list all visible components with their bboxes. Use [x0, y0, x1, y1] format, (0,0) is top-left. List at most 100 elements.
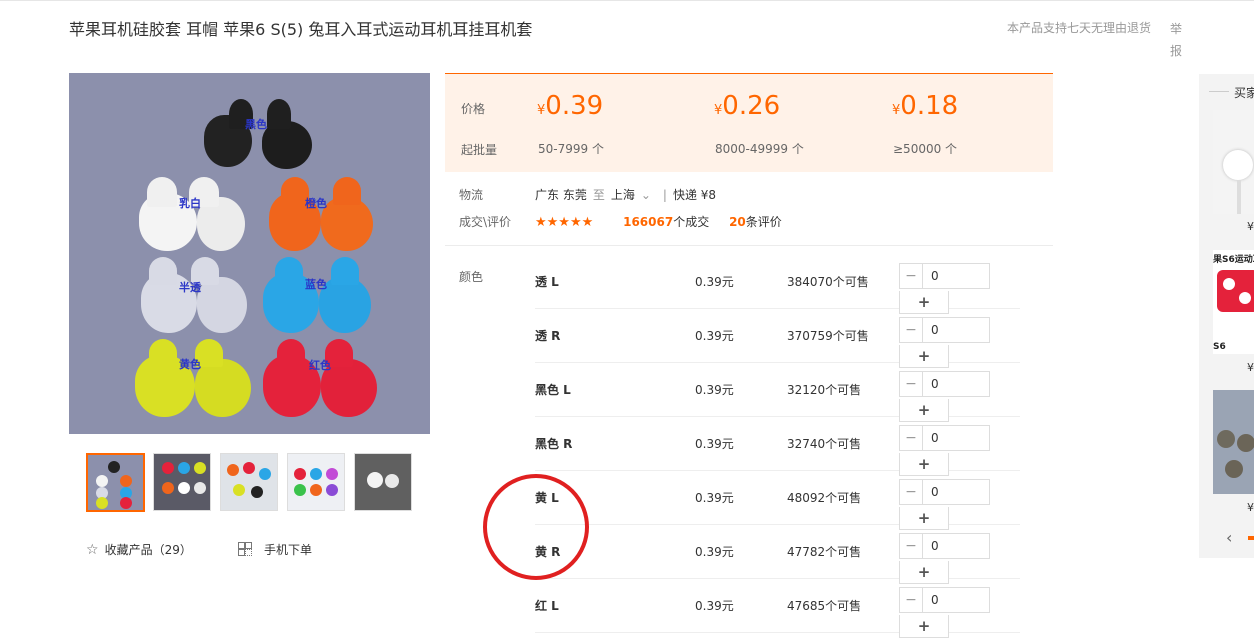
quantity-input[interactable] [922, 479, 990, 505]
plus-button[interactable]: + [899, 615, 949, 638]
quantity-stepper: − + [899, 371, 992, 422]
favorite-label: 收藏产品（29） [104, 543, 192, 557]
sku-stock: 48092个可售 [787, 491, 862, 505]
price-tier-2: ¥0.26 [714, 91, 781, 121]
range-tier-1: 50-7999 个 [538, 142, 604, 156]
thumbnail-4[interactable] [287, 453, 345, 511]
image-label-orange: 橙色 [305, 197, 327, 210]
orange-ear-cap [321, 197, 373, 251]
minus-button[interactable]: − [899, 263, 922, 289]
deals-info: ★★★★★ 166067个成交 20条评价 [535, 213, 782, 230]
minus-button[interactable]: − [899, 371, 922, 397]
minus-button[interactable]: − [899, 587, 922, 613]
top-divider [0, 0, 1254, 1]
white-ear-hook [147, 177, 177, 207]
title-divider [1209, 91, 1229, 92]
rating-stars: ★★★★★ [535, 215, 594, 230]
annotation-circle [483, 474, 589, 580]
qr-code-icon [238, 542, 252, 556]
section-divider [445, 245, 1053, 246]
sku-name: 黑色 R [535, 437, 573, 451]
sku-stock: 32740个可售 [787, 437, 862, 451]
mobile-order-button[interactable]: 手机下单 [238, 541, 312, 558]
price-panel: 价格 起批量 ¥0.39 ¥0.26 ¥0.18 50-7999 个 8000-… [445, 73, 1053, 172]
sku-price: 0.39元 [695, 491, 734, 505]
price-label: 价格 [461, 102, 486, 116]
recommended-item-image-2[interactable]: 果S6运动耳 S6 [1213, 250, 1254, 354]
review-count-suffix[interactable]: 条评价 [746, 215, 782, 229]
side-panel-title: 买家 [1234, 86, 1254, 100]
recommended-item-image-1[interactable] [1213, 110, 1254, 214]
pagination-dot-active[interactable] [1248, 536, 1254, 540]
product-title: 苹果耳机硅胶套 耳帽 苹果6 S(5) 兔耳入耳式运动耳机耳挂耳机套 [69, 20, 533, 39]
range-tier-3: ≥50000 个 [893, 142, 958, 156]
sku-row: 黑色 L 0.39元 32120个可售 − + [535, 362, 1020, 422]
ship-to-select[interactable]: 上海 [611, 188, 635, 202]
yellow-ear-hook [149, 339, 177, 367]
orange-ear-hook [333, 177, 361, 205]
minus-button[interactable]: − [899, 479, 922, 505]
thumbnail-1[interactable] [86, 453, 145, 512]
yellow-ear-cap [195, 359, 251, 417]
thumbnail-5[interactable] [354, 453, 412, 511]
sku-row: 红 L 0.39元 47685个可售 − + [535, 578, 1020, 638]
minus-button[interactable]: − [899, 533, 922, 559]
recommended-item-price-1: ¥ [1247, 220, 1254, 233]
image-label-red: 红色 [309, 359, 331, 372]
report-link[interactable]: 举报 [1170, 18, 1184, 62]
sku-stock: 370759个可售 [787, 329, 869, 343]
thumbnail-3[interactable] [220, 453, 278, 511]
quantity-stepper: − + [899, 533, 992, 584]
quantity-input[interactable] [922, 371, 990, 397]
star-outline-icon: ☆ [86, 542, 99, 558]
to-word: 至 [592, 188, 605, 202]
sku-price: 0.39元 [695, 545, 734, 559]
range-tier-2: 8000-49999 个 [715, 142, 804, 156]
sku-stock: 384070个可售 [787, 275, 869, 289]
sku-row: 黄 R 0.39元 47782个可售 − + [535, 524, 1020, 584]
chevron-left-icon[interactable]: ‹ [1226, 528, 1232, 547]
return-policy-text: 本产品支持七天无理由退货 [1007, 21, 1152, 35]
thumbnail-2[interactable] [153, 453, 211, 511]
quantity-input[interactable] [922, 263, 990, 289]
review-count[interactable]: 20 [729, 215, 746, 229]
sku-stock: 47782个可售 [787, 545, 862, 559]
image-label-yellow: 黄色 [179, 358, 201, 371]
sku-name: 透 L [535, 275, 559, 289]
recommended-item-image-3[interactable] [1213, 390, 1254, 494]
quantity-input[interactable] [922, 587, 990, 613]
recommended-item-banner: 果S6运动耳 [1213, 255, 1254, 265]
quantity-input[interactable] [922, 533, 990, 559]
recommended-item-price-3: ¥ [1247, 501, 1254, 514]
image-label-clear: 半透 [179, 281, 201, 294]
sku-row: 黄 L 0.39元 48092个可售 − + [535, 470, 1020, 530]
favorite-button[interactable]: ☆ 收藏产品（29） [86, 541, 192, 558]
sku-name: 透 R [535, 329, 561, 343]
sku-price: 0.39元 [695, 275, 734, 289]
image-label-black: 黑色 [245, 118, 267, 131]
price-tier-3: ¥0.18 [892, 91, 959, 121]
recommended-item-price-2: ¥ [1247, 361, 1254, 374]
minus-button[interactable]: − [899, 425, 922, 451]
minus-button[interactable]: − [899, 317, 922, 343]
sku-row: 黑色 R 0.39元 32740个可售 − + [535, 416, 1020, 476]
sku-name: 红 L [535, 599, 559, 613]
quantity-stepper: − + [899, 263, 992, 314]
sku-stock: 47685个可售 [787, 599, 862, 613]
image-label-blue: 蓝色 [305, 278, 327, 291]
deal-count: 166067 [623, 215, 674, 229]
deal-count-suffix: 个成交 [673, 215, 710, 229]
blue-ear-hook [331, 257, 359, 285]
ship-from: 广东 东莞 [535, 188, 587, 202]
sku-price: 0.39元 [695, 383, 734, 397]
divider: | [662, 188, 667, 202]
quantity-input[interactable] [922, 425, 990, 451]
main-product-image[interactable]: 黑色 乳白 橙色 半透 蓝色 黄色 红色 [69, 73, 430, 434]
clear-ear-hook [149, 257, 177, 285]
sku-name: 黑色 L [535, 383, 571, 397]
blue-ear-hook [275, 257, 303, 285]
recommended-item-tag: S6 [1213, 342, 1226, 352]
quantity-input[interactable] [922, 317, 990, 343]
chevron-down-icon[interactable]: ⌄ [641, 188, 651, 202]
quantity-stepper: − + [899, 479, 992, 530]
